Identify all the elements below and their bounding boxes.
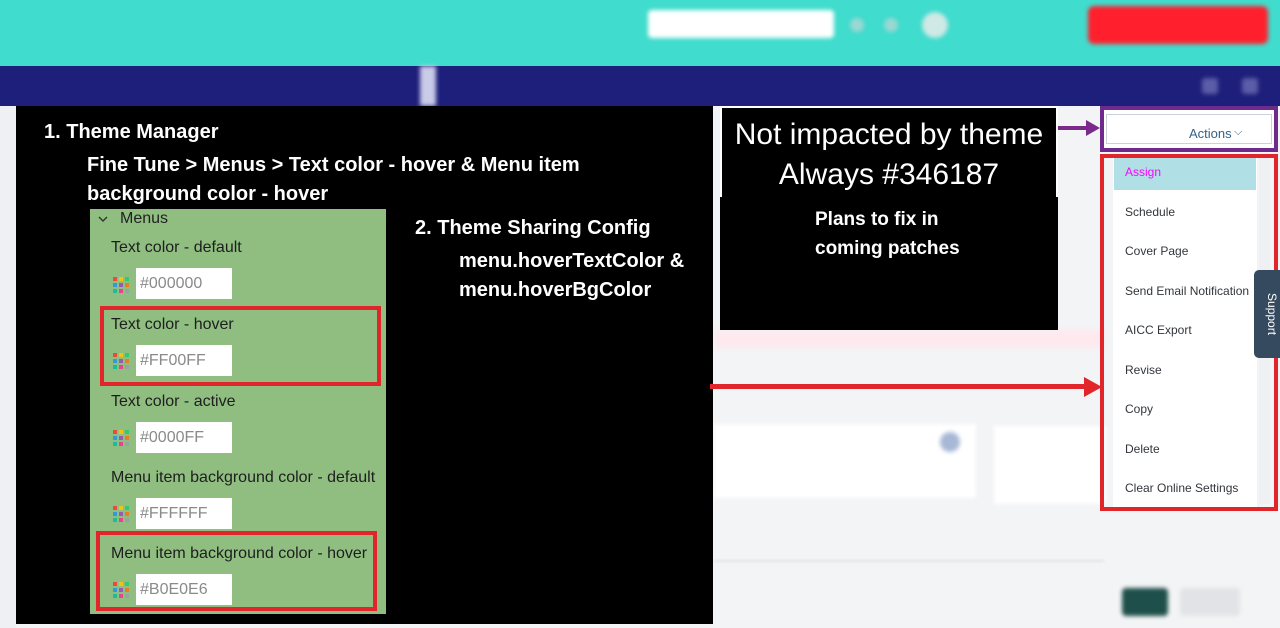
- red-arrow-head: [1084, 377, 1102, 397]
- note-line2: Always #346187: [778, 158, 1000, 191]
- avatar[interactable]: [922, 12, 948, 38]
- color-picker-icon[interactable]: [111, 351, 131, 371]
- background-banner: [714, 330, 1104, 348]
- background-divider: [714, 560, 1104, 562]
- primary-button[interactable]: [1122, 588, 1168, 616]
- step2-line1: menu.hoverTextColor &: [459, 250, 685, 272]
- color-picker-icon[interactable]: [111, 504, 131, 524]
- menu-bg-default-input[interactable]: #FFFFFF: [136, 498, 232, 529]
- nav-divider: [420, 66, 436, 106]
- field-label-bg-hover: Menu item background color - hover: [111, 545, 368, 562]
- left-gutter: [0, 106, 16, 628]
- color-picker-icon[interactable]: [111, 580, 131, 600]
- step2-title: 2. Theme Sharing Config: [415, 217, 651, 239]
- color-picker-icon[interactable]: [111, 428, 131, 448]
- actions-label: Actions: [1189, 126, 1232, 141]
- info-icon: [940, 432, 960, 452]
- field-label-text-active: Text color - active: [111, 393, 236, 410]
- color-picker-icon[interactable]: [111, 275, 131, 295]
- field-label-text-hover: Text color - hover: [111, 316, 234, 333]
- step1-title: 1. Theme Manager: [44, 121, 219, 143]
- chevron-down-icon: ⌵: [1234, 126, 1243, 138]
- text-color-default-input[interactable]: #000000: [136, 268, 232, 299]
- section-label: Menus: [120, 210, 168, 228]
- purple-arrow-head: [1086, 120, 1100, 136]
- settings-icon[interactable]: [1242, 78, 1258, 94]
- text-color-active-input[interactable]: #0000FF: [136, 422, 232, 453]
- field-label-text-default: Text color - default: [111, 239, 242, 256]
- plans-line2: coming patches: [815, 238, 960, 259]
- step2-properties: menu.hoverTextColor & menu.hoverBgColor: [459, 247, 684, 305]
- support-label: Support: [1265, 293, 1279, 336]
- alert-button[interactable]: [1088, 6, 1268, 44]
- notifications-icon[interactable]: [850, 18, 864, 32]
- text-color-hover-input[interactable]: #FF00FF: [136, 345, 232, 376]
- chevron-down-icon[interactable]: [98, 214, 108, 224]
- share-icon[interactable]: [1202, 78, 1218, 94]
- secondary-button[interactable]: [1180, 588, 1240, 616]
- background-field: [714, 424, 976, 498]
- background-field: [994, 426, 1106, 504]
- step1-path: Fine Tune > Menus > Text color - hover &…: [87, 154, 580, 205]
- note-line1: Not impacted by theme: [734, 118, 1044, 151]
- step2-line2: menu.hoverBgColor: [459, 279, 652, 301]
- help-icon[interactable]: [884, 18, 898, 32]
- menus-section-label: Menus: [120, 210, 169, 227]
- note-plans: Plans to fix in coming patches: [815, 205, 960, 263]
- menu-bg-hover-input[interactable]: #B0E0E6: [136, 574, 232, 605]
- red-arrow: [710, 384, 1088, 389]
- purple-arrow: [1058, 126, 1088, 130]
- plans-line1: Plans to fix in: [815, 209, 939, 230]
- global-search-input[interactable]: [648, 10, 834, 38]
- app-nav-bar: [0, 66, 1280, 106]
- menu-highlight-box: [1100, 154, 1278, 511]
- field-label-bg-default: Menu item background color - default: [111, 469, 376, 486]
